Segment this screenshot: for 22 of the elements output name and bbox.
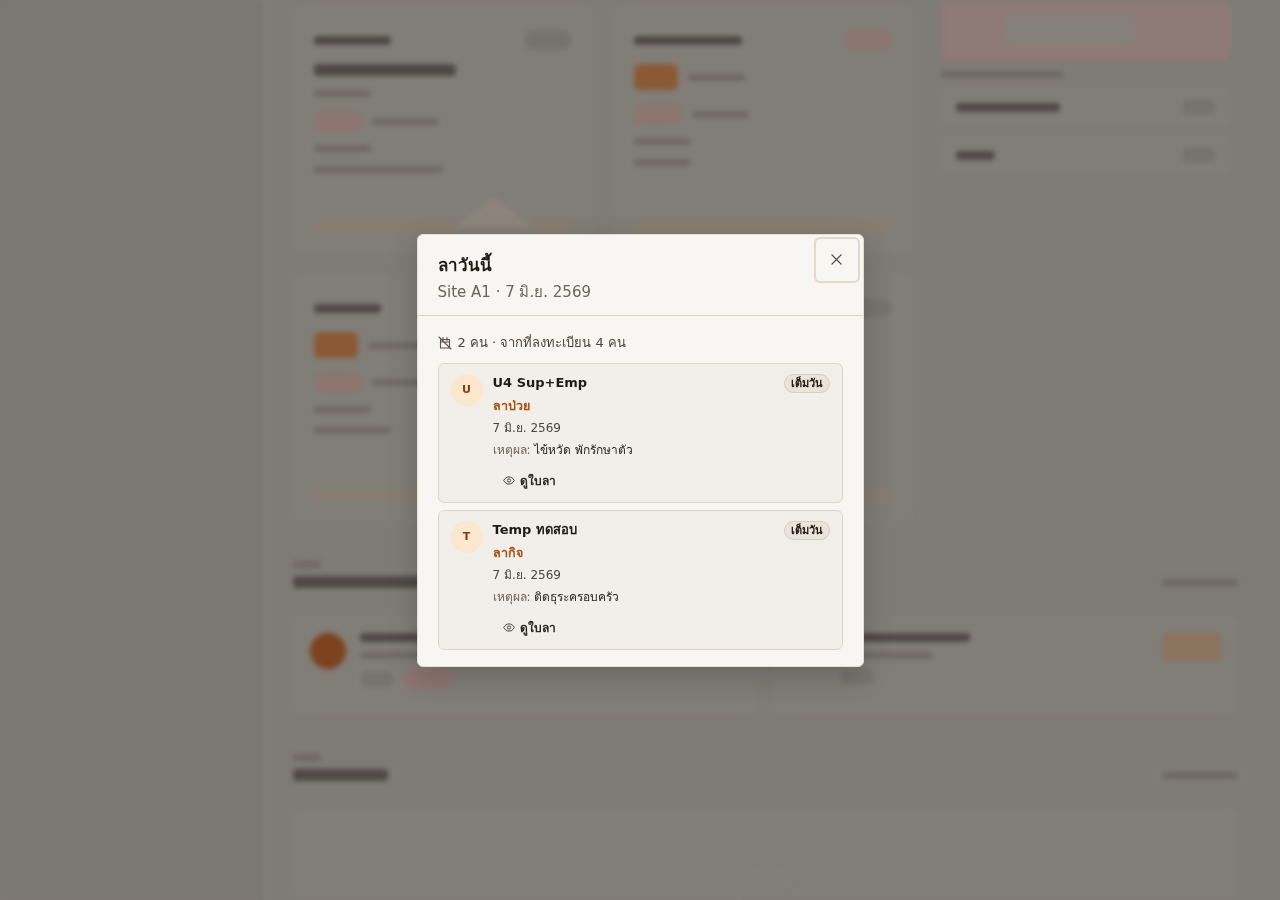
leave-summary-text: 2 คน · จากที่ลงทะเบียน 4 คน xyxy=(457,333,626,352)
avatar-initial: T xyxy=(450,520,483,553)
dialog-title: ลาวันนี้ xyxy=(437,252,493,277)
eye-icon xyxy=(502,475,515,485)
leave-reason: เหตุผล: ติดธุระครอบครัว xyxy=(492,588,620,606)
leave-date: 7 มิ.ย. 2569 xyxy=(492,566,561,584)
dialog-subtitle: Site A1 · 7 มิ.ย. 2569 xyxy=(437,281,591,303)
leave-reason: เหตุผล: ไข้หวัด พักรักษาตัว xyxy=(492,441,634,459)
leave-duration-tag: เต็มวัน xyxy=(783,373,830,393)
view-leave-button[interactable]: ดูใบลา xyxy=(496,466,562,494)
close-button[interactable] xyxy=(813,236,860,283)
leave-date: 7 มิ.ย. 2569 xyxy=(492,419,561,437)
close-icon xyxy=(831,254,842,265)
leave-duration-tag: เต็มวัน xyxy=(783,520,830,540)
leave-type: ลาป่วย xyxy=(492,396,530,415)
employee-name: U4 Sup+Emp xyxy=(492,374,588,392)
view-leave-button[interactable]: ดูใบลา xyxy=(496,613,562,641)
eye-icon xyxy=(502,622,515,632)
avatar-initial: U xyxy=(450,373,483,406)
calendar-off-icon xyxy=(437,335,452,350)
employee-name: Temp ทดสอบ xyxy=(492,521,577,539)
leave-type: ลากิจ xyxy=(492,543,523,562)
